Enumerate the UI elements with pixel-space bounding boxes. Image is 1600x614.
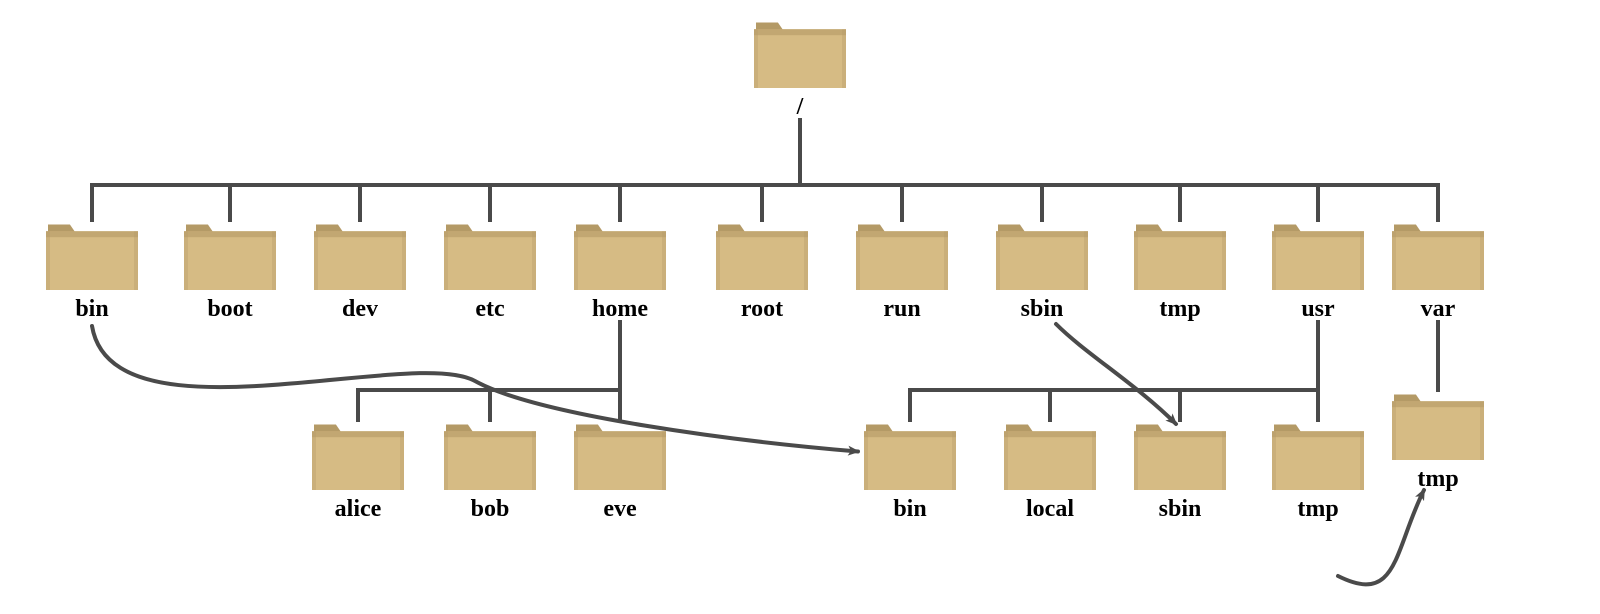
folder-run: run (852, 220, 952, 322)
folder-label-usr_bin: bin (860, 496, 960, 522)
folder-icon (1134, 220, 1226, 290)
folder-label-home: home (570, 296, 670, 322)
folder-icon (184, 220, 276, 290)
folder-label-usr: usr (1268, 296, 1368, 322)
folder-label-ROOT: / (750, 94, 850, 120)
folder-root: root (712, 220, 812, 322)
folder-var_tmp: tmp (1388, 390, 1488, 492)
folder-icon (312, 420, 404, 490)
folder-icon (46, 220, 138, 290)
folder-usr_sbin: sbin (1130, 420, 1230, 522)
folder-alice: alice (308, 420, 408, 522)
folder-label-tmp: tmp (1130, 296, 1230, 322)
folder-bin: bin (42, 220, 142, 322)
folder-icon (1272, 220, 1364, 290)
folder-home: home (570, 220, 670, 322)
folder-icon (1392, 220, 1484, 290)
folder-icon (314, 220, 406, 290)
folder-usr_local: local (1000, 420, 1100, 522)
folder-sbin: sbin (992, 220, 1092, 322)
folder-eve: eve (570, 420, 670, 522)
folder-usr_bin: bin (860, 420, 960, 522)
folder-label-bin: bin (42, 296, 142, 322)
folder-icon (574, 420, 666, 490)
folder-icon (1392, 390, 1484, 460)
folder-label-sbin: sbin (992, 296, 1092, 322)
folder-label-usr_sbin: sbin (1130, 496, 1230, 522)
folder-label-etc: etc (440, 296, 540, 322)
folder-icon (716, 220, 808, 290)
folder-label-alice: alice (308, 496, 408, 522)
folder-ROOT: / (750, 18, 850, 120)
folder-label-usr_local: local (1000, 496, 1100, 522)
folder-label-var_tmp: tmp (1388, 466, 1488, 492)
folder-etc: etc (440, 220, 540, 322)
folder-icon (864, 420, 956, 490)
folder-label-bob: bob (440, 496, 540, 522)
folder-usr_tmp: tmp (1268, 420, 1368, 522)
folder-icon (1134, 420, 1226, 490)
folder-label-root: root (712, 296, 812, 322)
folder-tmp: tmp (1130, 220, 1230, 322)
folder-label-usr_tmp: tmp (1268, 496, 1368, 522)
folder-label-run: run (852, 296, 952, 322)
folder-dev: dev (310, 220, 410, 322)
folder-bob: bob (440, 420, 540, 522)
folder-icon (1272, 420, 1364, 490)
filesystem-tree-diagram: / bin boot dev (0, 0, 1600, 614)
folder-label-dev: dev (310, 296, 410, 322)
folder-label-var: var (1388, 296, 1488, 322)
folder-icon (1004, 420, 1096, 490)
folder-icon (444, 220, 536, 290)
folder-boot: boot (180, 220, 280, 322)
folder-icon (574, 220, 666, 290)
folder-icon (856, 220, 948, 290)
folder-icon (444, 420, 536, 490)
folder-var: var (1388, 220, 1488, 322)
folder-label-boot: boot (180, 296, 280, 322)
folder-label-eve: eve (570, 496, 670, 522)
folder-icon (996, 220, 1088, 290)
folder-icon (754, 18, 846, 88)
folder-usr: usr (1268, 220, 1368, 322)
